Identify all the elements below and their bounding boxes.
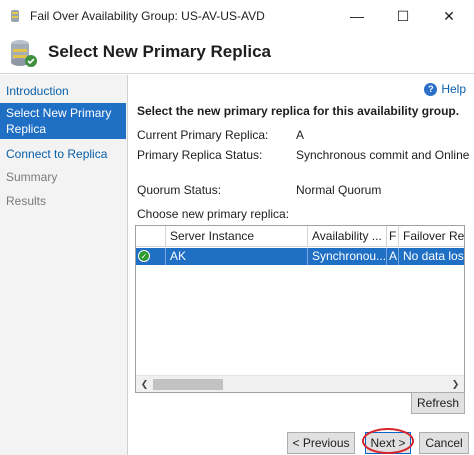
- help-icon: ?: [424, 82, 438, 96]
- grid-header-select: [136, 226, 166, 247]
- refresh-button[interactable]: Refresh: [411, 392, 465, 414]
- close-button[interactable]: ✕: [426, 0, 472, 32]
- scroll-left-icon[interactable]: ❮: [136, 376, 153, 392]
- quorum-status-value: Normal Quorum: [296, 183, 382, 197]
- current-primary-value: A: [296, 128, 305, 142]
- wizard-header: Select New Primary Replica: [0, 32, 474, 74]
- minimize-button[interactable]: —: [334, 0, 380, 32]
- choose-replica-label: Choose new primary replica:: [137, 207, 290, 221]
- nav-item-summary: Summary: [6, 170, 58, 184]
- cell-f: A: [389, 248, 399, 265]
- table-row[interactable]: ✓ AK Synchronou... A No data los: [136, 248, 464, 265]
- grid-header: Server Instance Availability ... F Failo…: [136, 226, 464, 247]
- database-wizard-icon: [11, 40, 37, 67]
- cell-server-instance: AK: [166, 248, 308, 265]
- nav-item-connect-to-replica[interactable]: Connect to Replica: [0, 144, 126, 164]
- row-status-cell: ✓: [136, 248, 166, 265]
- scroll-right-icon[interactable]: ❯: [447, 376, 464, 392]
- window-title: Fail Over Availability Group: US-AV-US-A…: [30, 9, 265, 23]
- cancel-button[interactable]: Cancel: [419, 432, 469, 454]
- current-primary-label: Current Primary Replica:: [137, 128, 269, 142]
- main-panel: ? Help Select the new primary replica fo…: [129, 75, 474, 455]
- nav-item-results: Results: [6, 194, 47, 208]
- primary-status-value: Synchronous commit and Online: [296, 148, 470, 162]
- scrollbar-thumb[interactable]: [153, 379, 223, 390]
- column-header-server-instance[interactable]: Server Instance: [166, 226, 308, 247]
- nav-item-introduction[interactable]: Introduction: [0, 81, 126, 101]
- quorum-status-label: Quorum Status:: [137, 183, 222, 197]
- previous-button[interactable]: < Previous: [287, 432, 355, 454]
- replica-grid[interactable]: Server Instance Availability ... F Failo…: [135, 225, 465, 393]
- horizontal-scrollbar[interactable]: ❮ ❯: [136, 375, 464, 392]
- column-header-f[interactable]: F: [387, 226, 399, 247]
- title-bar: Fail Over Availability Group: US-AV-US-A…: [0, 0, 474, 32]
- app-icon: [11, 10, 19, 22]
- help-label: Help: [441, 82, 466, 96]
- primary-status-label: Primary Replica Status:: [137, 148, 263, 162]
- cell-failover: No data los: [403, 249, 464, 263]
- instruction-text: Select the new primary replica for this …: [137, 104, 460, 118]
- wizard-nav: Introduction Select New Primary Replica …: [0, 75, 128, 455]
- nav-item-select-new-primary-replica[interactable]: Select New Primary Replica: [0, 103, 126, 139]
- column-header-failover[interactable]: Failover Rea: [399, 226, 464, 247]
- help-link[interactable]: ? Help: [424, 82, 466, 96]
- next-highlight-annotation: [362, 428, 414, 454]
- page-title: Select New Primary Replica: [48, 42, 272, 61]
- maximize-button[interactable]: ☐: [380, 0, 426, 32]
- cell-availability: Synchronou...: [308, 248, 387, 265]
- column-header-availability[interactable]: Availability ...: [308, 226, 387, 247]
- check-icon: ✓: [138, 250, 150, 262]
